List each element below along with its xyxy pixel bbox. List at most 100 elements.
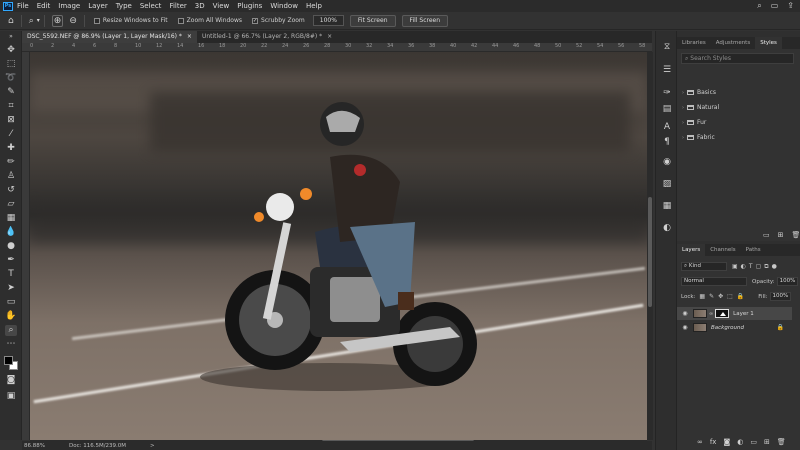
tab-styles[interactable]: Styles (755, 37, 782, 49)
new-group-icon[interactable]: ▭ (763, 231, 770, 239)
canvas[interactable] (30, 52, 647, 440)
more-tools-icon[interactable]: ⋯ (5, 339, 17, 350)
menu-file[interactable]: File (17, 2, 29, 10)
tab-untitled-1[interactable]: Untitled-1 @ 66.7% (Layer 2, RGB/8#) * × (197, 31, 337, 43)
quick-mask-icon[interactable]: ◙ (5, 375, 17, 386)
quick-select-tool-icon[interactable]: ✎ (5, 87, 17, 98)
history-icon[interactable]: ⧖ (661, 42, 673, 53)
move-tool-icon[interactable]: ✥ (5, 45, 17, 56)
filter-toggle-icon[interactable]: ● (772, 263, 777, 271)
search-icon[interactable]: ⌕ (757, 1, 761, 11)
photoshop-logo[interactable]: Ps (3, 1, 13, 11)
foreground-color-swatch[interactable] (4, 356, 13, 365)
pen-tool-icon[interactable]: ✒ (5, 255, 17, 266)
style-folder[interactable]: › Fabric (682, 134, 715, 141)
path-selection-tool-icon[interactable]: ➤ (5, 283, 17, 294)
fit-screen-button[interactable]: Fit Screen (349, 14, 396, 27)
checkbox-unchecked[interactable] (177, 17, 184, 24)
smart-object-filter-icon[interactable]: ⧉ (764, 263, 768, 271)
type-tool-icon[interactable]: T (5, 269, 17, 280)
status-menu-arrow[interactable]: > (150, 443, 155, 449)
style-folder[interactable]: › Fur (682, 119, 706, 126)
filter-kind-dropdown[interactable]: ⌕ Kind (681, 262, 727, 271)
tab-adjustments[interactable]: Adjustments (711, 37, 755, 49)
lock-position-icon[interactable]: ✥ (718, 293, 723, 300)
zoom-in-icon[interactable]: ⊕ (51, 14, 64, 27)
adjustments-icon[interactable]: ◐ (661, 223, 673, 234)
rectangle-tool-icon[interactable]: ▭ (5, 297, 17, 308)
visibility-eye-icon[interactable]: ◉ (680, 310, 690, 317)
zoom-level[interactable]: 86.88% (24, 443, 45, 449)
screen-mode-icon[interactable]: ▣ (5, 391, 17, 402)
zoom-tool-icon[interactable]: ⌕ (29, 16, 34, 26)
menu-select[interactable]: Select (140, 2, 162, 10)
lock-transparent-icon[interactable]: ▦ (699, 293, 705, 300)
navigator-icon[interactable]: ◉ (661, 157, 673, 168)
eraser-tool-icon[interactable]: ▱ (5, 199, 17, 210)
menu-window[interactable]: Window (270, 2, 298, 10)
menu-plugins[interactable]: Plugins (237, 2, 262, 10)
menu-help[interactable]: Help (306, 2, 322, 10)
character-icon[interactable]: A (661, 122, 673, 133)
shape-filter-icon[interactable]: ▢ (756, 263, 762, 271)
gradient-tool-icon[interactable]: ▦ (5, 213, 17, 224)
hand-tool-icon[interactable]: ✋ (5, 311, 17, 322)
zoom-tool-icon[interactable]: ⌕ (5, 325, 17, 336)
scrubby-zoom-checkbox[interactable]: ✓ Scrubby Zoom (252, 17, 305, 24)
checkbox-unchecked[interactable] (93, 17, 100, 24)
tab-layers[interactable]: Layers (677, 244, 706, 256)
frame-tool-icon[interactable]: ⊠ (5, 115, 17, 126)
zoom-out-icon[interactable]: ⊖ (69, 16, 77, 26)
blend-mode-dropdown[interactable]: Normal (681, 277, 747, 286)
tab-paths[interactable]: Paths (741, 244, 766, 256)
crop-tool-icon[interactable]: ⌗ (5, 101, 17, 112)
close-icon[interactable]: × (187, 31, 192, 43)
glyphs-icon[interactable]: ▦ (661, 201, 673, 212)
zoom-preset-caret[interactable]: ▾ (37, 17, 40, 24)
close-icon[interactable]: × (327, 31, 332, 43)
scroll-thumb[interactable] (648, 197, 652, 307)
share-icon[interactable]: ⇪ (787, 1, 794, 11)
fill-field[interactable]: 100% (769, 292, 792, 301)
tab-dsc-5592[interactable]: DSC_5592.NEF @ 86.9% (Layer 1, Layer Mas… (22, 31, 197, 43)
menu-view[interactable]: View (213, 2, 230, 10)
brush-settings-icon[interactable]: ✑ (661, 88, 673, 99)
menu-filter[interactable]: Filter (169, 2, 186, 10)
fx-icon[interactable]: fx (710, 438, 717, 446)
lock-all-icon[interactable]: 🔒 (737, 293, 744, 300)
trash-icon[interactable]: 🗑 (777, 438, 786, 446)
checkbox-checked[interactable]: ✓ (252, 17, 259, 24)
blur-tool-icon[interactable]: 💧 (5, 227, 17, 238)
search-styles-input[interactable]: ⌕ Search Styles (681, 53, 794, 64)
vertical-scrollbar[interactable] (647, 52, 653, 440)
adjustment-filter-icon[interactable]: ◐ (741, 263, 746, 271)
lock-image-icon[interactable]: ✎ (709, 293, 714, 300)
marquee-tool-icon[interactable]: ⬚ (5, 59, 17, 70)
opacity-field[interactable]: 100% (776, 277, 799, 286)
home-icon[interactable]: ⌂ (8, 16, 14, 26)
visibility-eye-icon[interactable]: ◉ (680, 324, 690, 331)
new-layer-icon[interactable]: ⊞ (764, 438, 770, 446)
layer-mask-thumbnail[interactable] (715, 309, 730, 318)
resize-windows-checkbox[interactable]: Resize Windows to Fit (93, 17, 168, 24)
menu-3d[interactable]: 3D (195, 2, 205, 10)
clone-stamp-tool-icon[interactable]: ♙ (5, 171, 17, 182)
menu-image[interactable]: Image (58, 2, 80, 10)
menu-type[interactable]: Type (116, 2, 132, 10)
brush-tool-icon[interactable]: ✏ (5, 157, 17, 168)
dodge-tool-icon[interactable]: ● (5, 241, 17, 252)
group-icon[interactable]: ▭ (750, 438, 757, 446)
workspace-icon[interactable]: ▭ (771, 1, 779, 11)
eyedropper-tool-icon[interactable]: ⁄ (5, 129, 17, 140)
fill-screen-button[interactable]: Fill Screen (401, 14, 449, 27)
style-folder[interactable]: › Basics (682, 89, 716, 96)
tab-channels[interactable]: Channels (705, 244, 740, 256)
lasso-tool-icon[interactable]: ➰ (5, 73, 17, 84)
layer-row-layer-1[interactable]: ◉ ∞ Layer 1 (677, 307, 792, 320)
properties-icon[interactable]: ☰ (661, 65, 673, 76)
menu-layer[interactable]: Layer (88, 2, 108, 10)
swatches-icon[interactable]: ▤ (661, 104, 673, 115)
style-folder[interactable]: › Natural (682, 104, 719, 111)
new-style-icon[interactable]: ⊞ (778, 231, 784, 239)
type-filter-icon[interactable]: T (749, 263, 753, 271)
